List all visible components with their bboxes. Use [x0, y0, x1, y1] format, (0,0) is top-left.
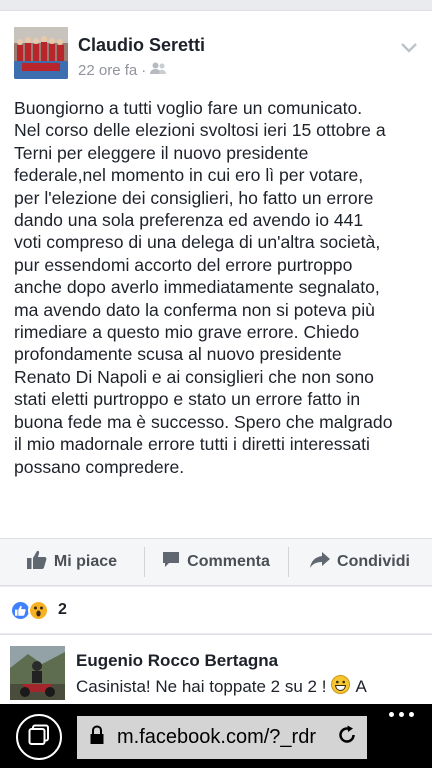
more-options-icon[interactable] [389, 712, 414, 717]
wow-reaction-icon [28, 599, 49, 621]
post-action-bar: Mi piace Commenta Condividi [0, 538, 432, 586]
share-arrow-icon [310, 551, 331, 573]
chevron-down-icon[interactable] [400, 41, 418, 53]
post-author-name[interactable]: Claudio Seretti [78, 35, 205, 56]
comment-bubble-icon [162, 551, 180, 573]
url-text: m.facebook.com/?_rdr [117, 726, 316, 748]
dot-icon [389, 712, 394, 717]
grinning-emoji-icon [331, 675, 351, 699]
post-time[interactable]: 22 ore fa [78, 62, 137, 79]
dot-icon [399, 712, 404, 717]
post-body: Buongiorno a tutti voglio fare un comuni… [14, 98, 393, 477]
share-label: Condividi [337, 553, 410, 570]
comment-label: Commenta [187, 553, 270, 570]
address-bar[interactable]: m.facebook.com/?_rdr [77, 716, 367, 759]
thumbs-up-icon [26, 550, 47, 574]
reactions-summary[interactable]: 2 [0, 587, 432, 633]
comment-body: Casinista! Ne hai toppate 2 su 2 ! [76, 677, 327, 696]
author-avatar[interactable] [14, 27, 68, 79]
commenter-name[interactable]: Eugenio Rocco Bertagna [76, 651, 278, 671]
tabs-button[interactable] [16, 714, 62, 760]
comment-trailing: A [355, 677, 367, 696]
friends-privacy-icon [150, 62, 167, 79]
post-meta: 22 ore fa · [78, 62, 167, 79]
refresh-icon[interactable] [337, 725, 357, 750]
browser-bottom-bar: m.facebook.com/?_rdr [0, 704, 432, 768]
comment-button[interactable]: Commenta [144, 539, 288, 585]
comment-item: Eugenio Rocco Bertagna Casinista! Ne hai… [0, 634, 432, 704]
share-button[interactable]: Condividi [288, 539, 432, 585]
reaction-count: 2 [58, 601, 67, 618]
comment-text: Casinista! Ne hai toppate 2 su 2 ! A [76, 675, 367, 699]
dot-icon [409, 712, 414, 717]
commenter-avatar[interactable] [10, 646, 65, 700]
like-button[interactable]: Mi piace [0, 539, 144, 585]
like-label: Mi piace [53, 553, 118, 570]
meta-separator: · [141, 62, 147, 79]
post-card: Claudio Seretti 22 ore fa · Buongiorno a… [0, 10, 432, 538]
tabs-icon [28, 724, 50, 751]
lock-icon [89, 725, 105, 750]
